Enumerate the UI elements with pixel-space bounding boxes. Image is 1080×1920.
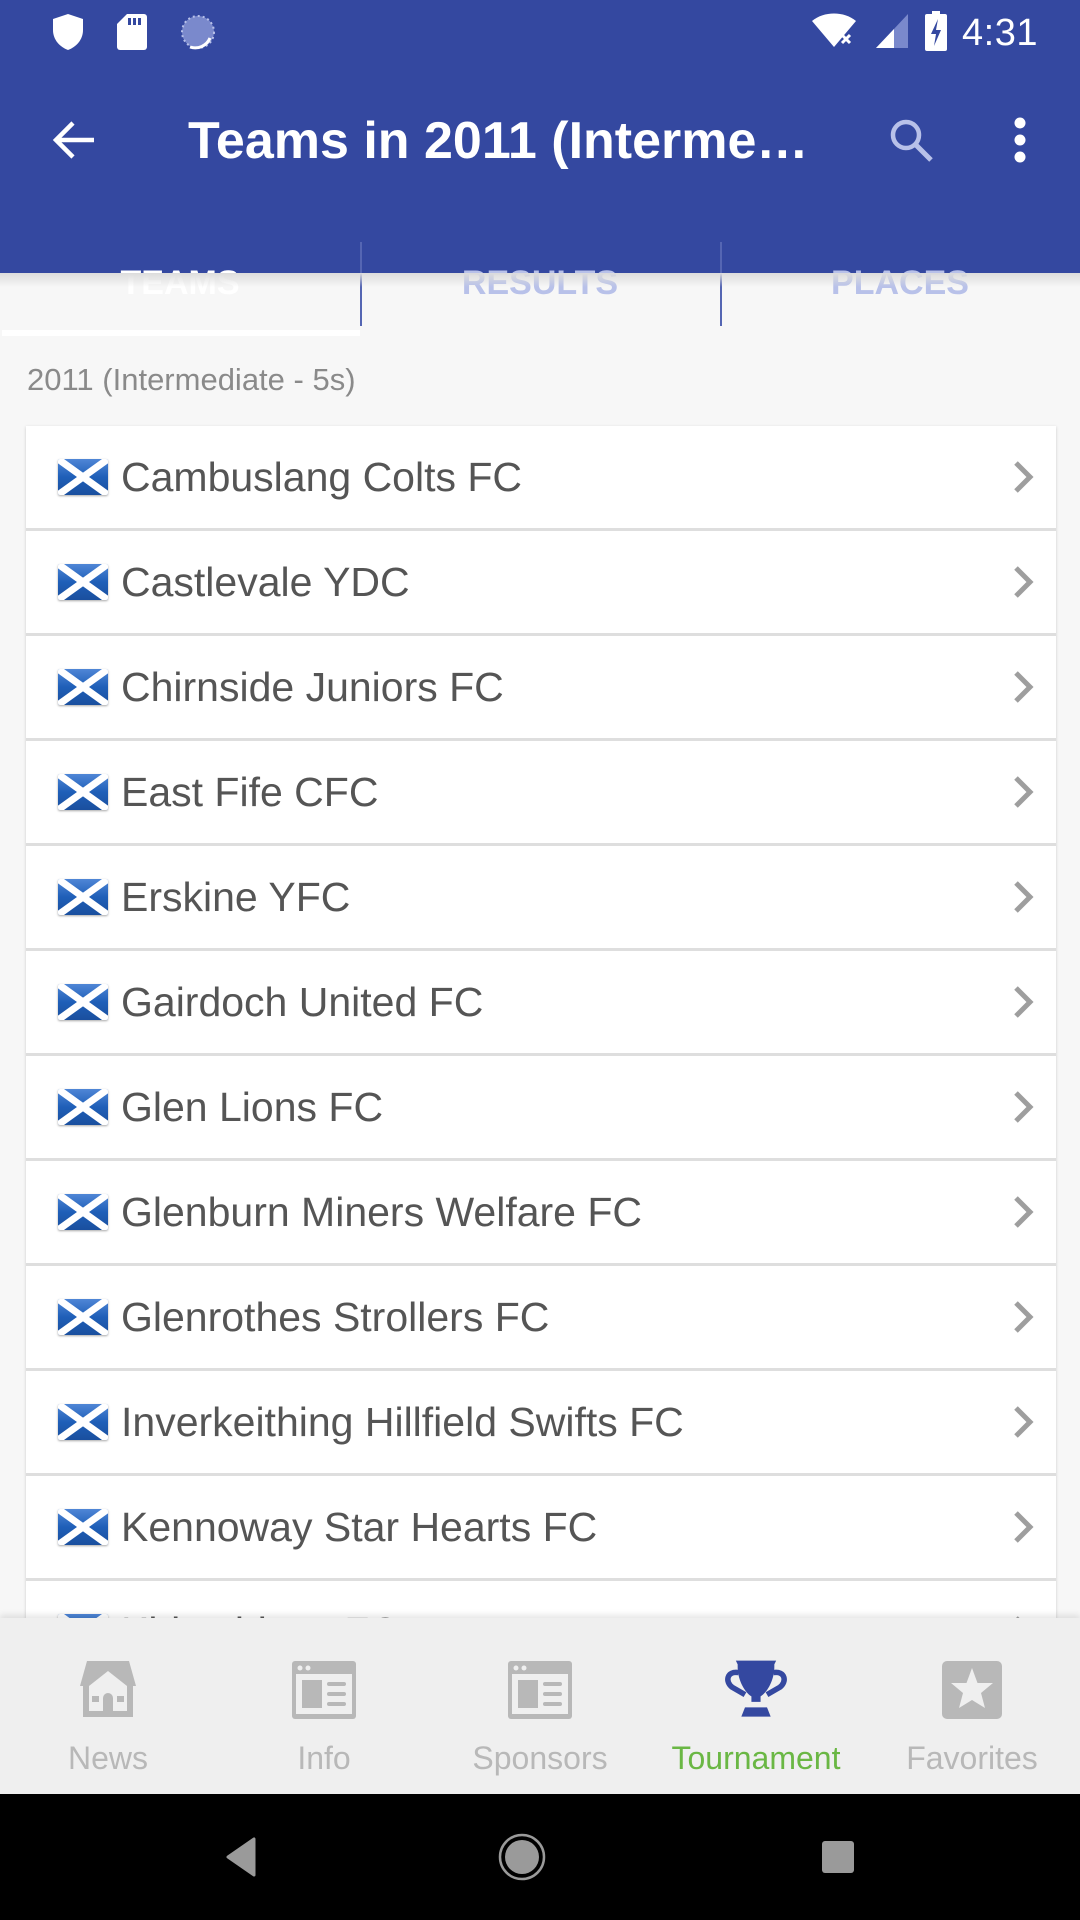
nav-label: Info bbox=[297, 1740, 351, 1776]
more-options-button[interactable] bbox=[990, 107, 1050, 177]
cell-signal-icon bbox=[874, 12, 910, 55]
nav-favorites[interactable]: Favorites bbox=[864, 1618, 1080, 1794]
nav-sponsors[interactable]: Sponsors bbox=[432, 1618, 648, 1794]
scotland-flag-icon bbox=[58, 1509, 108, 1545]
scotland-flag-icon bbox=[58, 564, 108, 600]
team-name: Kennoway Star Hearts FC bbox=[121, 1503, 598, 1550]
square-recents-icon bbox=[820, 1839, 856, 1880]
team-name: Cambuslang Colts FC bbox=[121, 453, 523, 500]
team-row[interactable]: Glenburn Miners Welfare FC bbox=[26, 1161, 1056, 1266]
nav-tournament[interactable]: Tournament bbox=[648, 1618, 864, 1794]
star-icon bbox=[939, 1658, 1005, 1722]
wifi-off-icon bbox=[810, 11, 860, 56]
team-list[interactable]: Cambuslang Colts FC Castlevale YDC Chirnsi… bbox=[26, 426, 1056, 1626]
team-row[interactable]: Glenrothes Strollers FC bbox=[26, 1266, 1056, 1371]
bottom-navigation: News Info Sponsors Tournament Favorites bbox=[0, 1618, 1080, 1794]
arrow-back-icon bbox=[52, 117, 98, 168]
status-time: 4:31 bbox=[962, 12, 1038, 54]
search-icon bbox=[887, 116, 935, 169]
team-name: East Fife CFC bbox=[121, 768, 379, 815]
team-row[interactable]: Inverkeithing Hillfield Swifts FC bbox=[26, 1371, 1056, 1476]
nav-label: Sponsors bbox=[472, 1740, 608, 1776]
scotland-flag-icon bbox=[58, 879, 108, 915]
nav-info[interactable]: Info bbox=[216, 1618, 432, 1794]
back-button[interactable] bbox=[40, 107, 110, 177]
page-title: Teams in 2011 (Intermediate - 5s) bbox=[188, 112, 828, 170]
app-bar: Teams in 2011 (Intermediate - 5s) TEAMS … bbox=[0, 63, 1080, 336]
chevron-right-icon bbox=[1008, 982, 1038, 1022]
app-bar-shadow bbox=[0, 273, 1080, 287]
team-name: Erskine YFC bbox=[121, 873, 351, 920]
system-back-button[interactable] bbox=[201, 1824, 281, 1894]
triangle-back-icon bbox=[224, 1837, 258, 1882]
sd-card-icon bbox=[116, 12, 148, 57]
status-bar: 4:31 bbox=[0, 0, 1080, 63]
system-home-button[interactable] bbox=[482, 1824, 562, 1894]
team-row[interactable]: East Fife CFC bbox=[26, 741, 1056, 846]
chevron-right-icon bbox=[1008, 667, 1038, 707]
sponsors-page-icon bbox=[507, 1658, 573, 1722]
status-bar-left bbox=[50, 12, 218, 57]
chevron-right-icon bbox=[1008, 562, 1038, 602]
team-name: Inverkeithing Hillfield Swifts FC bbox=[121, 1398, 684, 1445]
team-name: Glenrothes Strollers FC bbox=[121, 1293, 550, 1340]
nav-label: Tournament bbox=[671, 1740, 841, 1776]
scotland-flag-icon bbox=[58, 1404, 108, 1440]
nav-label: Favorites bbox=[906, 1740, 1038, 1776]
scotland-flag-icon bbox=[58, 1299, 108, 1335]
chevron-right-icon bbox=[1008, 1192, 1038, 1232]
chevron-right-icon bbox=[1008, 877, 1038, 917]
circle-home-icon bbox=[497, 1832, 547, 1887]
chevron-right-icon bbox=[1008, 772, 1038, 812]
battery-charging-icon bbox=[924, 10, 948, 57]
info-page-icon bbox=[291, 1658, 357, 1722]
section-header: 2011 (Intermediate - 5s) bbox=[27, 362, 356, 397]
status-bar-right: 4:31 bbox=[810, 10, 1038, 57]
shield-icon bbox=[50, 12, 86, 57]
nav-label: News bbox=[67, 1740, 148, 1776]
team-row[interactable]: Glen Lions FC bbox=[26, 1056, 1056, 1161]
search-button[interactable] bbox=[876, 107, 946, 177]
team-name: Glenburn Miners Welfare FC bbox=[121, 1188, 643, 1235]
chevron-right-icon bbox=[1008, 1297, 1038, 1337]
scotland-flag-icon bbox=[58, 984, 108, 1020]
chevron-right-icon bbox=[1008, 1507, 1038, 1547]
chevron-right-icon bbox=[1008, 457, 1038, 497]
scotland-flag-icon bbox=[58, 774, 108, 810]
chevron-right-icon bbox=[1008, 1402, 1038, 1442]
trophy-icon bbox=[723, 1658, 789, 1722]
system-recents-button[interactable] bbox=[798, 1824, 878, 1894]
team-row[interactable]: Kennoway Star Hearts FC bbox=[26, 1476, 1056, 1581]
screen: 4:31 Teams in 2011 (Intermediate - 5s) T… bbox=[0, 0, 1080, 1920]
team-row[interactable]: Chirnside Juniors FC bbox=[26, 636, 1056, 741]
scotland-flag-icon bbox=[58, 669, 108, 705]
sync-icon bbox=[178, 12, 218, 57]
more-vert-icon bbox=[1013, 117, 1027, 168]
nav-news[interactable]: News bbox=[0, 1618, 216, 1794]
active-tab-indicator bbox=[2, 330, 360, 336]
team-row[interactable]: Cambuslang Colts FC bbox=[26, 426, 1056, 531]
scotland-flag-icon bbox=[58, 1194, 108, 1230]
team-row[interactable]: Erskine YFC bbox=[26, 846, 1056, 951]
team-name: Glen Lions FC bbox=[121, 1083, 384, 1130]
home-icon bbox=[75, 1658, 141, 1722]
chevron-right-icon bbox=[1008, 1087, 1038, 1127]
team-name: Castlevale YDC bbox=[121, 558, 410, 605]
system-navigation-bar bbox=[0, 1794, 1080, 1920]
team-name: Chirnside Juniors FC bbox=[121, 663, 504, 710]
team-name: Gairdoch United FC bbox=[121, 978, 484, 1025]
scotland-flag-icon bbox=[58, 459, 108, 495]
team-row[interactable]: Gairdoch United FC bbox=[26, 951, 1056, 1056]
scotland-flag-icon bbox=[58, 1089, 108, 1125]
team-row[interactable]: Castlevale YDC bbox=[26, 531, 1056, 636]
